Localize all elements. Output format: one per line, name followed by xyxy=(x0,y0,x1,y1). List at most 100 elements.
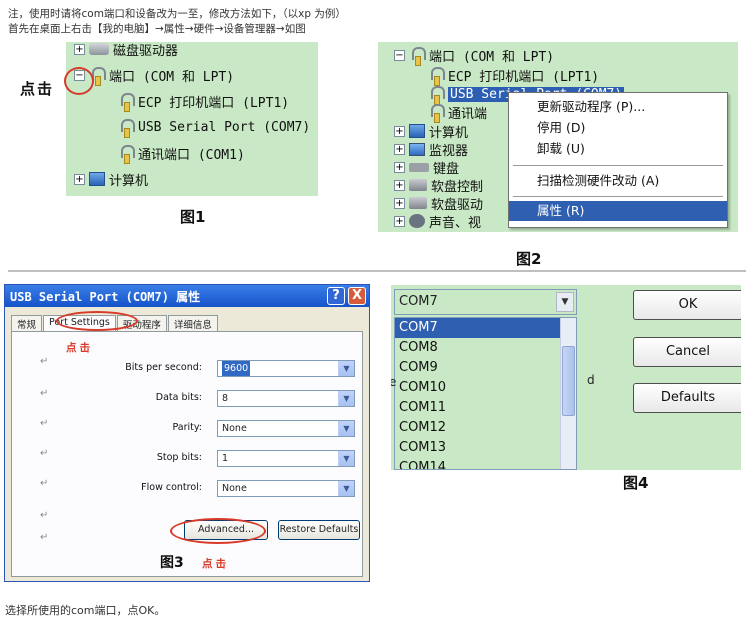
click-hint-advanced: 点击 xyxy=(202,558,229,570)
computer-icon xyxy=(409,124,425,138)
dialog-title: USB Serial Port (COM7) 属性 xyxy=(10,290,201,304)
list-scrollbar[interactable] xyxy=(560,318,576,469)
list-item[interactable]: COM9 xyxy=(395,358,576,378)
return-glyph: ↵ xyxy=(40,356,49,367)
parity-select[interactable]: None ▼ xyxy=(217,420,355,437)
tree-row-computer[interactable]: + 计算机 xyxy=(74,168,148,190)
tree-label: ECP 打印机端口 (LPT1) xyxy=(448,69,600,85)
expand-icon[interactable]: + xyxy=(394,215,405,227)
tree-label: USB Serial Port (COM7) xyxy=(138,119,311,135)
tree-row-disk-drives[interactable]: + 磁盘驱动器 xyxy=(74,42,178,60)
menu-item-disable[interactable]: 停用 (D) xyxy=(509,118,727,138)
restore-defaults-button[interactable]: Restore Defaults xyxy=(278,520,360,540)
tree-label: 端口 (COM 和 LPT) xyxy=(429,49,555,65)
stop-bits-select[interactable]: 1 ▼ xyxy=(217,450,355,467)
defaults-button[interactable]: Defaults xyxy=(633,383,741,413)
port-icon xyxy=(118,92,135,112)
tree-row-ecp-lpt1[interactable]: ECP 打印机端口 (LPT1) xyxy=(118,90,289,112)
chevron-down-icon[interactable]: ▼ xyxy=(556,292,574,312)
menu-item-update-driver[interactable]: 更新驱动程序 (P)... xyxy=(509,97,727,117)
menu-item-uninstall[interactable]: 卸载 (U) xyxy=(509,139,727,159)
bits-per-second-label: Bits per second: xyxy=(125,362,202,373)
list-item[interactable]: COM13 xyxy=(395,438,576,458)
data-bits-select[interactable]: 8 ▼ xyxy=(217,390,355,407)
port-icon xyxy=(118,144,135,164)
section-divider xyxy=(8,270,746,272)
computer-icon xyxy=(89,172,105,186)
tree-row-com1[interactable]: 通讯端口 (COM1) xyxy=(118,142,245,164)
tree-label: ECP 打印机端口 (LPT1) xyxy=(138,95,290,111)
floppy-drive-icon xyxy=(409,197,427,209)
flow-control-select[interactable]: None ▼ xyxy=(217,480,355,497)
chevron-down-icon[interactable]: ▼ xyxy=(338,391,354,406)
port-icon xyxy=(118,118,135,138)
port-icon xyxy=(428,103,445,123)
parity-label: Parity: xyxy=(172,422,202,433)
tree-label: 通讯端口 (COM1) xyxy=(138,147,245,163)
com-port-select[interactable]: COM7 ▼ xyxy=(394,289,577,315)
tab-general[interactable]: 常规 xyxy=(11,315,43,331)
click-hint-tab: 点击 xyxy=(66,342,93,354)
chevron-down-icon[interactable]: ▼ xyxy=(338,361,354,376)
select-value: None xyxy=(222,483,247,494)
list-item[interactable]: COM11 xyxy=(395,398,576,418)
click-hint-1: 点击 xyxy=(20,80,55,98)
tree-label: 计算机 xyxy=(109,173,149,189)
select-value: 8 xyxy=(222,393,229,404)
tree-row-ports[interactable]: − 端口 (COM 和 LPT) xyxy=(394,44,554,66)
return-glyph: ↵ xyxy=(40,532,49,543)
context-menu: 更新驱动程序 (P)... 停用 (D) 卸载 (U) 扫描检测硬件改动 (A)… xyxy=(508,92,728,228)
port-icon xyxy=(409,46,426,66)
expand-icon[interactable]: + xyxy=(394,125,405,137)
list-item[interactable]: COM14 xyxy=(395,458,576,469)
fig1-label: 图1 xyxy=(180,208,206,226)
return-glyph: ↵ xyxy=(40,388,49,399)
menu-item-scan-hardware[interactable]: 扫描检测硬件改动 (A) xyxy=(509,171,727,191)
cancel-button[interactable]: Cancel xyxy=(633,337,741,367)
expand-icon[interactable]: + xyxy=(394,143,405,155)
chevron-down-icon[interactable]: ▼ xyxy=(338,481,354,496)
note-line-1: 注，使用时请将com端口和设备改为一至，修改方法如下，（以xp 为例） xyxy=(8,8,346,20)
port-icon xyxy=(428,66,445,86)
tab-details[interactable]: 详细信息 xyxy=(167,315,218,331)
list-item[interactable]: COM7 xyxy=(395,318,576,338)
expand-icon[interactable]: + xyxy=(394,197,405,209)
ok-button[interactable]: OK xyxy=(633,290,741,320)
flow-control-label: Flow control: xyxy=(141,482,202,493)
fig3-label: 图3 xyxy=(160,555,184,571)
footer-note: 选择所使用的com端口，点OK。 xyxy=(5,604,166,617)
chevron-down-icon[interactable]: ▼ xyxy=(338,421,354,436)
scrollbar-thumb[interactable] xyxy=(562,346,575,416)
expand-icon[interactable]: + xyxy=(74,43,85,55)
com-port-selector-fig4: COM7 ▼ COM7 COM8 COM9 COM10 COM11 COM12 … xyxy=(391,285,741,470)
dialog-titlebar[interactable]: USB Serial Port (COM7) 属性 ? X xyxy=(5,285,369,307)
return-glyph: ↵ xyxy=(40,478,49,489)
expand-icon[interactable]: + xyxy=(74,173,85,185)
tree-row-ports[interactable]: − 端口 (COM 和 LPT) xyxy=(74,64,234,86)
data-bits-label: Data bits: xyxy=(155,392,202,403)
expand-icon[interactable]: + xyxy=(394,179,405,191)
select-value: 1 xyxy=(222,453,229,464)
menu-item-properties[interactable]: 属性 (R) xyxy=(509,201,727,221)
list-item[interactable]: COM12 xyxy=(395,418,576,438)
return-glyph: ↵ xyxy=(40,510,49,521)
disk-drive-icon xyxy=(89,43,109,55)
help-button[interactable]: ? xyxy=(327,287,345,305)
expand-icon[interactable]: + xyxy=(394,161,405,173)
bits-per-second-select[interactable]: 9600 ▼ xyxy=(217,360,355,377)
tree-label: 通讯端 xyxy=(448,106,488,122)
select-value: None xyxy=(222,423,247,434)
tree-row-usb-serial-com7[interactable]: USB Serial Port (COM7) xyxy=(118,116,310,138)
tree-label: 磁盘驱动器 xyxy=(113,43,179,59)
tree-row-sound-video[interactable]: + 声音、视 xyxy=(394,210,481,232)
select-value: 9600 xyxy=(222,361,251,376)
close-button[interactable]: X xyxy=(348,287,366,305)
fig2-label: 图2 xyxy=(516,250,542,268)
return-glyph: ↵ xyxy=(40,448,49,459)
list-item[interactable]: COM8 xyxy=(395,338,576,358)
menu-separator xyxy=(513,165,723,166)
collapse-icon[interactable]: − xyxy=(394,49,405,61)
chevron-down-icon[interactable]: ▼ xyxy=(338,451,354,466)
floppy-controller-icon xyxy=(409,179,427,191)
list-item[interactable]: COM10 xyxy=(395,378,576,398)
